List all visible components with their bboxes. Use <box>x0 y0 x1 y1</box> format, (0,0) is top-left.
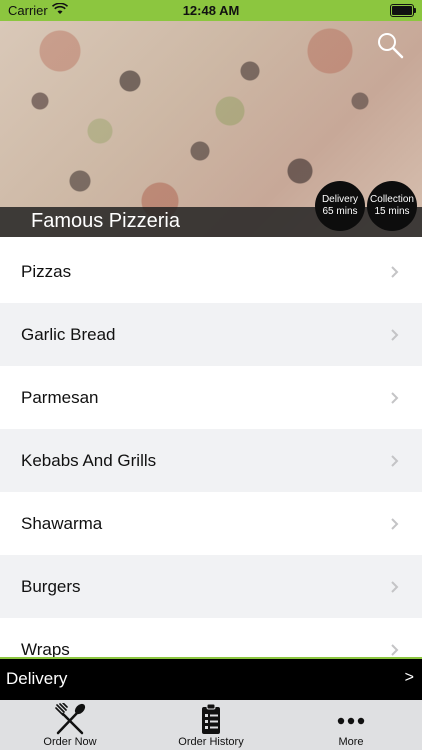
menu-item-label: Burgers <box>21 576 81 596</box>
delivery-time-badge: Delivery 65 mins <box>315 181 365 231</box>
chevron-right-icon <box>391 643 399 656</box>
menu-item-kebabs-and-grills[interactable]: Kebabs And Grills <box>0 429 422 492</box>
menu-item-wraps[interactable]: Wraps <box>0 618 422 657</box>
more-dots-icon <box>337 717 365 725</box>
chevron-right-icon <box>391 265 399 278</box>
tab-label: Order Now <box>43 736 97 748</box>
tab-order-now[interactable]: Order Now <box>0 700 140 750</box>
delivery-mode-bar[interactable]: Delivery > <box>0 657 422 700</box>
tab-bar: Order Now Order History More <box>0 700 422 750</box>
chevron-right-icon <box>391 517 399 530</box>
menu-item-parmesan[interactable]: Parmesan <box>0 366 422 429</box>
tab-order-history[interactable]: Order History <box>141 700 281 750</box>
menu-item-shawarma[interactable]: Shawarma <box>0 492 422 555</box>
menu-item-label: Wraps <box>21 639 70 658</box>
delivery-mode-label: Delivery <box>6 669 68 688</box>
chevron-right-icon <box>391 580 399 593</box>
delivery-badge-time: 65 mins <box>322 206 358 217</box>
search-icon[interactable] <box>376 31 404 59</box>
menu-item-pizzas[interactable]: Pizzas <box>0 240 422 303</box>
menu-item-label: Parmesan <box>21 387 99 407</box>
collection-time-badge: Collection 15 mins <box>367 181 417 231</box>
tab-label: Order History <box>178 736 244 748</box>
menu-item-burgers[interactable]: Burgers <box>0 555 422 618</box>
collection-badge-time: 15 mins <box>374 206 410 217</box>
chevron-right-icon <box>391 328 399 341</box>
menu-item-label: Shawarma <box>21 513 103 533</box>
collection-badge-label: Collection <box>370 194 414 205</box>
chevron-right-icon <box>391 391 399 404</box>
status-time: 12:48 AM <box>182 3 240 18</box>
menu-item-garlic-bread[interactable]: Garlic Bread <box>0 303 422 366</box>
utensils-icon <box>55 703 86 735</box>
restaurant-name: Famous Pizzeria <box>31 210 180 232</box>
clipboard-icon <box>202 703 220 734</box>
tab-label: More <box>338 736 364 748</box>
tab-more[interactable]: More <box>281 700 421 750</box>
restaurant-hero-image: Famous Pizzeria Delivery 65 mins Collect… <box>0 21 422 237</box>
battery-icon <box>390 4 416 17</box>
delivery-mode-arrow: > <box>404 669 414 686</box>
menu-item-label: Kebabs And Grills <box>21 450 157 470</box>
menu-item-label: Garlic Bread <box>21 324 116 344</box>
chevron-right-icon <box>391 454 399 467</box>
status-bar: Carrier 12:48 AM <box>0 0 422 21</box>
delivery-badge-label: Delivery <box>321 194 359 205</box>
menu-item-label: Pizzas <box>21 261 72 281</box>
menu-category-list: Pizzas Garlic Bread Parmesan Kebabs And … <box>0 240 422 657</box>
